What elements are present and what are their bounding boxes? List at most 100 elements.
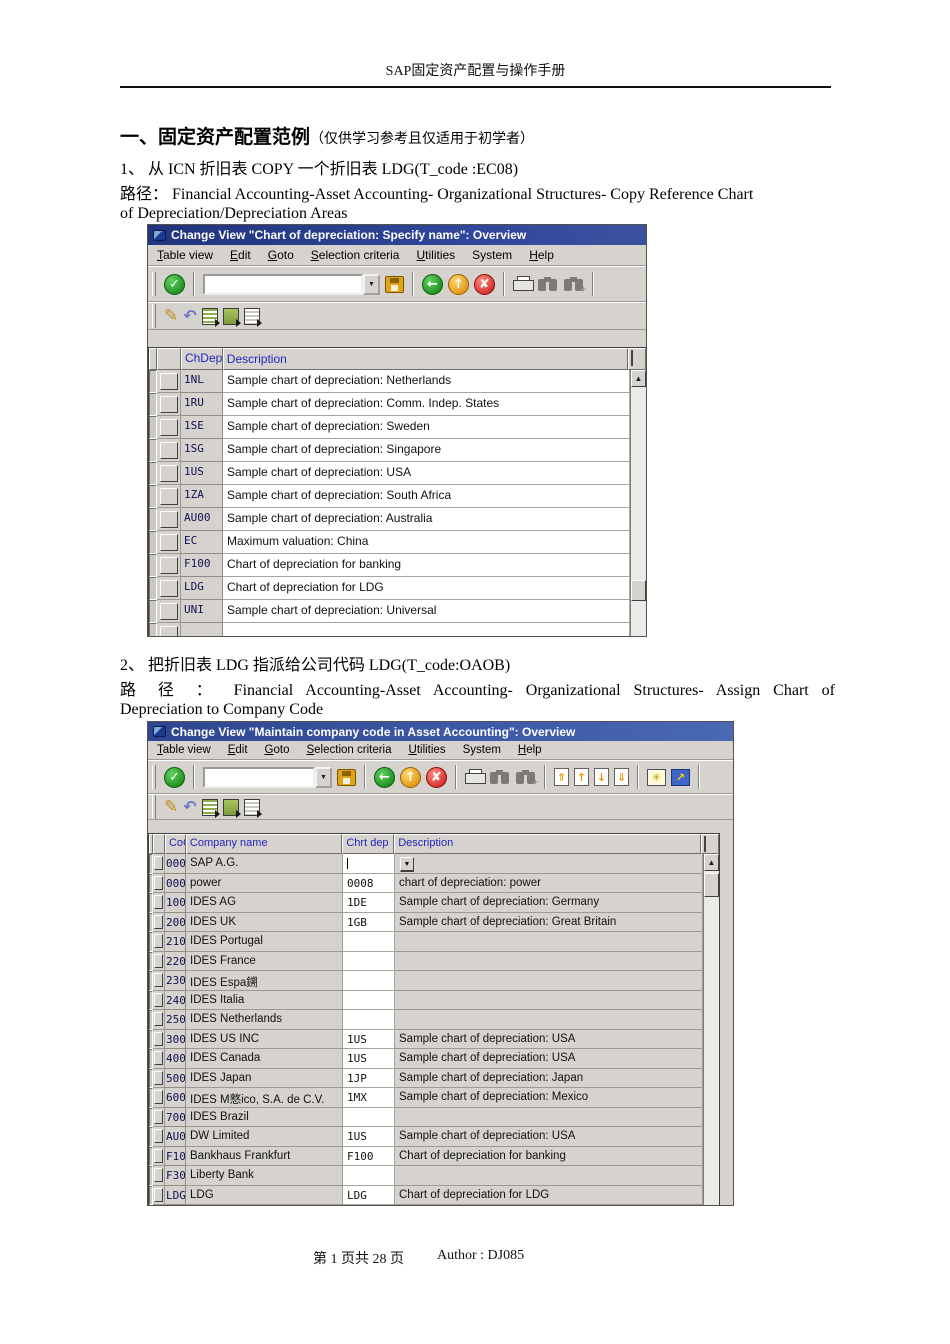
chrt-dep-cell[interactable] bbox=[343, 1010, 395, 1030]
chrt-dep-cell[interactable]: 1US bbox=[343, 1127, 395, 1147]
table-row[interactable]: LDG Chart of depreciation for LDG bbox=[149, 577, 630, 600]
table-row[interactable]: 1ZA Sample chart of depreciation: South … bbox=[149, 485, 630, 508]
command-dropdown-icon[interactable]: ▼ bbox=[315, 766, 332, 788]
row-selector-cell[interactable] bbox=[157, 393, 181, 416]
description-cell[interactable]: ▼ bbox=[395, 854, 703, 874]
row-selector-cell[interactable] bbox=[153, 1146, 165, 1166]
description-cell[interactable]: Sample chart of depreciation: Singapore bbox=[223, 439, 630, 462]
row-selector-cell[interactable] bbox=[153, 1166, 165, 1186]
description-cell[interactable]: Sample chart of depreciation: Germany bbox=[395, 893, 703, 913]
table-row[interactable]: AU00 Sample chart of depreciation: Austr… bbox=[149, 508, 630, 531]
cocd-cell[interactable]: 7000 bbox=[165, 1107, 186, 1127]
row-selector-button[interactable] bbox=[159, 464, 178, 482]
chdep-cell[interactable]: AU00 bbox=[181, 508, 223, 531]
table-config-header[interactable] bbox=[628, 348, 646, 370]
undo-icon[interactable]: ↶ bbox=[183, 308, 196, 324]
row-selector-button[interactable] bbox=[154, 1090, 163, 1105]
titlebar[interactable]: Change View "Chart of depreciation: Spec… bbox=[148, 225, 646, 245]
cocd-cell[interactable]: 3000 bbox=[165, 1029, 186, 1049]
change-display-icon[interactable]: ✎ bbox=[164, 798, 178, 816]
row-selector-button[interactable] bbox=[154, 1148, 163, 1163]
chrt-dep-cell[interactable] bbox=[343, 971, 395, 991]
chdep-cell[interactable]: LDG bbox=[181, 577, 223, 600]
scroll-up-icon[interactable]: ▲ bbox=[704, 854, 719, 871]
company-name-cell[interactable]: IDES France bbox=[186, 951, 343, 971]
row-selector-cell[interactable] bbox=[157, 531, 181, 554]
cocd-cell[interactable]: F100 bbox=[165, 1146, 186, 1166]
cocd-cell[interactable]: 6000 bbox=[165, 1088, 186, 1108]
row-selector-cell[interactable] bbox=[153, 1127, 165, 1147]
description-cell[interactable]: Sample chart of depreciation: Mexico bbox=[395, 1088, 703, 1108]
titlebar[interactable]: Change View "Maintain company code in As… bbox=[148, 722, 733, 741]
company-name-cell[interactable]: DW Limited bbox=[186, 1127, 343, 1147]
table-row[interactable]: 1000 IDES AG 1DE Sample chart of depreci… bbox=[149, 893, 703, 913]
table-row[interactable]: 2100 IDES Portugal bbox=[149, 932, 703, 952]
command-input[interactable] bbox=[203, 766, 315, 788]
row-selector-button[interactable] bbox=[159, 579, 178, 597]
row-selector-cell[interactable] bbox=[153, 1049, 165, 1069]
menu-goto[interactable]: Goto bbox=[268, 248, 294, 262]
table-row[interactable]: 5000 IDES Japan 1JP Sample chart of depr… bbox=[149, 1068, 703, 1088]
menu-selection-criteria[interactable]: Selection criteria bbox=[306, 744, 391, 756]
table-row[interactable]: 2500 IDES Netherlands bbox=[149, 1010, 703, 1030]
description-cell[interactable] bbox=[395, 1166, 703, 1186]
company-name-cell[interactable]: Bankhaus Frankfurt bbox=[186, 1146, 343, 1166]
chrt-dep-cell[interactable]: 1JP bbox=[343, 1068, 395, 1088]
back-icon[interactable]: ← bbox=[422, 273, 443, 295]
menu-edit[interactable]: Edit bbox=[228, 744, 248, 756]
chrt-dep-cell[interactable] bbox=[343, 854, 395, 874]
row-selector-button[interactable] bbox=[154, 1129, 163, 1144]
row-selector-button[interactable] bbox=[154, 1012, 163, 1027]
table-row[interactable]: 2300 IDES Espa鎙 bbox=[149, 971, 703, 991]
chrt-dep-cell[interactable] bbox=[343, 951, 395, 971]
scrollbar-thumb[interactable] bbox=[704, 873, 719, 897]
row-selector-button[interactable] bbox=[154, 1187, 163, 1202]
column-header-chrt-dep[interactable]: Chrt dep bbox=[342, 834, 395, 854]
table-row[interactable]: 1SG Sample chart of depreciation: Singap… bbox=[149, 439, 630, 462]
table-config-header[interactable] bbox=[701, 834, 719, 854]
description-cell[interactable] bbox=[395, 951, 703, 971]
cocd-cell[interactable]: F300 bbox=[165, 1166, 186, 1186]
cocd-cell[interactable]: 1000 bbox=[165, 893, 186, 913]
description-cell[interactable] bbox=[395, 932, 703, 952]
next-page-icon[interactable]: ↓ bbox=[594, 768, 609, 786]
table-row[interactable]: 2200 IDES France bbox=[149, 951, 703, 971]
company-name-cell[interactable]: IDES M憗ico, S.A. de C.V. bbox=[186, 1088, 343, 1108]
company-name-cell[interactable]: SAP A.G. bbox=[186, 854, 343, 874]
cocd-cell[interactable]: 5000 bbox=[165, 1068, 186, 1088]
delete-entry-icon[interactable] bbox=[243, 798, 262, 818]
row-selector-cell[interactable] bbox=[153, 971, 165, 991]
menu-edit[interactable]: Edit bbox=[230, 248, 251, 262]
row-selector-cell[interactable] bbox=[153, 1029, 165, 1049]
description-cell[interactable]: Sample chart of depreciation: USA bbox=[395, 1127, 703, 1147]
description-cell[interactable]: Sample chart of depreciation: Netherland… bbox=[223, 370, 630, 393]
table-row[interactable]: F100 Bankhaus Frankfurt F100 Chart of de… bbox=[149, 1146, 703, 1166]
row-selector-cell[interactable] bbox=[153, 990, 165, 1010]
company-name-cell[interactable]: IDES Canada bbox=[186, 1049, 343, 1069]
chdep-cell[interactable]: 1NL bbox=[181, 370, 223, 393]
table-row[interactable]: 1RU Sample chart of depreciation: Comm. … bbox=[149, 393, 630, 416]
row-selector-cell[interactable] bbox=[153, 951, 165, 971]
company-name-cell[interactable]: power bbox=[186, 873, 343, 893]
find-next-icon[interactable]: + bbox=[515, 769, 538, 787]
cocd-cell[interactable]: AU00 bbox=[165, 1127, 186, 1147]
command-dropdown-icon[interactable]: ▼ bbox=[363, 273, 380, 295]
table-row[interactable]: UNI Sample chart of depreciation: Univer… bbox=[149, 600, 630, 623]
save-icon[interactable] bbox=[385, 275, 404, 293]
menu-utilities[interactable]: Utilities bbox=[416, 248, 455, 262]
new-entries-icon[interactable] bbox=[201, 307, 220, 327]
find-icon[interactable] bbox=[489, 769, 510, 785]
table-row[interactable]: F300 Liberty Bank bbox=[149, 1166, 703, 1186]
chdep-cell[interactable]: F100 bbox=[181, 554, 223, 577]
vertical-scrollbar[interactable]: ▲ bbox=[703, 854, 719, 1205]
enter-icon[interactable]: ✓ bbox=[164, 766, 185, 788]
row-selector-button[interactable] bbox=[154, 914, 163, 929]
cocd-cell[interactable]: 2400 bbox=[165, 990, 186, 1010]
company-name-cell[interactable]: IDES Japan bbox=[186, 1068, 343, 1088]
row-selector-button[interactable] bbox=[154, 1070, 163, 1085]
description-cell[interactable]: Chart of depreciation for banking bbox=[223, 554, 630, 577]
last-page-icon[interactable]: ⇓ bbox=[614, 768, 629, 786]
description-cell[interactable]: Chart of depreciation for banking bbox=[395, 1146, 703, 1166]
table-config-icon[interactable] bbox=[631, 350, 634, 366]
description-cell[interactable]: Sample chart of depreciation: Australia bbox=[223, 508, 630, 531]
